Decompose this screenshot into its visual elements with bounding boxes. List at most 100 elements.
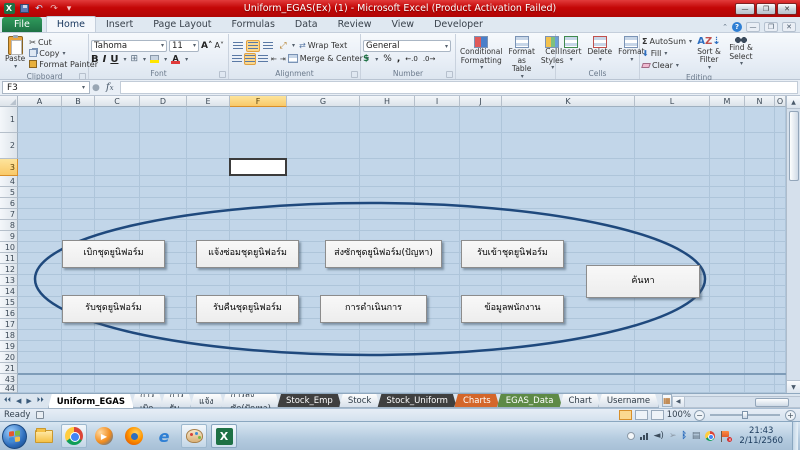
fill-color-button[interactable] — [150, 55, 159, 63]
next-sheet-button[interactable]: ▶ — [24, 396, 33, 406]
increase-indent-button[interactable]: ⇥ — [279, 53, 287, 65]
close-button[interactable]: ✕ — [777, 3, 797, 15]
workbook-restore-button[interactable]: ❐ — [764, 22, 778, 32]
minimize-button[interactable]: — — [735, 3, 755, 15]
accounting-format-button[interactable]: $ — [363, 54, 369, 64]
format-painter-button[interactable]: Format Painter — [29, 59, 98, 70]
taskbar-clock[interactable]: 21:43 2/11/2560 — [735, 426, 787, 446]
autosum-button[interactable]: ΣAutoSum▾ — [642, 36, 692, 48]
taskbar-excel-button[interactable]: X — [211, 424, 237, 448]
ribbon-tab-home[interactable]: Home — [46, 16, 96, 32]
withdraw-uniform-button[interactable]: เบิกชุดยูนิฟอร์ม — [62, 240, 165, 268]
horizontal-scrollbar[interactable]: ◀ ▶ — [672, 395, 800, 408]
undo-button[interactable]: ↶ — [33, 3, 45, 15]
sheet-tab-uniform-egas[interactable]: Uniform_EGAS — [48, 394, 134, 409]
volume-icon[interactable]: ◄) — [654, 431, 664, 441]
action-center-flag-icon[interactable]: ✕ — [720, 431, 730, 442]
taskbar-explorer-button[interactable] — [31, 424, 57, 448]
sheet-tab-charts[interactable]: Charts — [454, 394, 500, 408]
show-desktop-button[interactable] — [792, 422, 798, 450]
ribbon-tab-file[interactable]: File — [2, 17, 42, 32]
bold-button[interactable]: B — [91, 54, 99, 65]
last-sheet-button[interactable]: ⏵⏵ — [35, 395, 46, 406]
font-dialog-launcher[interactable] — [219, 71, 226, 78]
taskbar-chrome-button[interactable] — [61, 424, 87, 448]
excel-app-icon[interactable]: X — [4, 3, 15, 14]
cut-button[interactable]: ✂Cut — [29, 37, 98, 48]
merge-center-button[interactable]: Merge & Center▾ — [288, 53, 369, 64]
decrease-decimal-button[interactable]: .0→ — [423, 55, 436, 63]
align-right-button[interactable] — [257, 53, 269, 65]
report-repair-uniform-button[interactable]: แจ้งซ่อมชุดยูนิฟอร์ม — [196, 240, 299, 268]
operations-button[interactable]: การดำเนินการ — [320, 295, 427, 323]
alignment-dialog-launcher[interactable] — [351, 71, 358, 78]
font-size-combo[interactable]: 11▾ — [169, 40, 199, 52]
formula-input[interactable] — [120, 81, 798, 94]
taskbar-media-player-button[interactable]: ▶ — [91, 424, 117, 448]
qat-dropdown-icon[interactable]: ▾ — [63, 3, 75, 15]
fill-button[interactable]: ⬇Fill▾ — [642, 48, 692, 60]
help-icon[interactable]: ? — [732, 22, 742, 32]
tray-chrome-icon[interactable] — [705, 431, 715, 441]
taskbar-paint-button[interactable] — [181, 424, 207, 448]
redo-button[interactable]: ↷ — [48, 3, 60, 15]
number-dialog-launcher[interactable] — [446, 71, 453, 78]
employee-data-button[interactable]: ข้อมูลพนักงาน — [461, 295, 564, 323]
receive-return-uniform-button[interactable]: รับคืนชุดยูนิฟอร์ม — [196, 295, 299, 323]
insert-cells-button[interactable]: Insert▾ — [558, 35, 584, 69]
comma-style-button[interactable]: , — [397, 54, 400, 64]
sheet-tab-egas-data[interactable]: EGAS_Data — [497, 394, 563, 408]
zoom-in-button[interactable]: + — [785, 410, 796, 421]
vertical-scroll-thumb[interactable] — [789, 111, 799, 181]
network-icon[interactable] — [640, 433, 649, 440]
grow-font-button[interactable]: A˄ — [201, 41, 212, 51]
horizontal-scroll-thumb[interactable] — [755, 398, 789, 407]
tray-arrow-icon[interactable]: ➢ — [669, 431, 677, 441]
insert-worksheet-button[interactable]: ▦ — [662, 394, 672, 407]
sheet-tab-stock-emp[interactable]: Stock_Emp — [277, 394, 342, 408]
prev-sheet-button[interactable]: ◀ — [14, 396, 23, 406]
name-box[interactable]: F3▾ — [2, 81, 90, 94]
paste-button[interactable]: Paste▾ — [3, 35, 27, 72]
shrink-font-button[interactable]: A˅ — [214, 41, 223, 50]
sheet-tab-การส่งซัก-ปัญหา-[interactable]: การส่งซัก(ปัญหา) — [221, 394, 280, 408]
workbook-close-button[interactable]: ✕ — [782, 22, 796, 32]
insert-function-button[interactable]: fx — [102, 82, 118, 93]
font-color-button[interactable]: A — [171, 55, 180, 64]
ribbon-tab-developer[interactable]: Developer — [424, 17, 493, 32]
bluetooth-icon[interactable]: ᛒ — [681, 431, 686, 441]
bottom-align-button[interactable] — [261, 40, 275, 52]
restore-button[interactable]: ❐ — [756, 3, 776, 15]
sheet-tab-การเบิก[interactable]: การเบิก — [131, 394, 164, 408]
top-align-button[interactable] — [231, 40, 245, 52]
increase-decimal-button[interactable]: ←.0 — [405, 55, 418, 63]
ribbon-tab-data[interactable]: Data — [285, 17, 328, 32]
sheet-tab-การแจ้งซ่อม[interactable]: การแจ้งซ่อม — [190, 394, 224, 408]
percent-style-button[interactable]: % — [383, 54, 392, 64]
scroll-down-icon[interactable]: ▼ — [787, 380, 800, 393]
underline-button[interactable]: U — [110, 54, 118, 65]
zoom-slider[interactable] — [710, 414, 780, 416]
find-select-button[interactable]: Find & Select▾ — [726, 35, 756, 73]
ribbon-tab-insert[interactable]: Insert — [96, 17, 143, 32]
taskbar-ie-button[interactable]: e — [151, 424, 177, 448]
ribbon-tab-view[interactable]: View — [382, 17, 425, 32]
sheet-tab-การรับ[interactable]: การรับ — [160, 394, 193, 408]
italic-button[interactable]: I — [103, 54, 107, 65]
ribbon-tab-formulas[interactable]: Formulas — [222, 17, 285, 32]
wrap-text-button[interactable]: ⇄Wrap Text — [299, 40, 347, 51]
save-button[interactable] — [18, 3, 30, 15]
tray-status-icon[interactable] — [627, 432, 635, 440]
clear-button[interactable]: Clear▾ — [642, 60, 692, 72]
vertical-scrollbar[interactable]: ▲ ▼ — [786, 96, 800, 393]
send-wash-uniform-button[interactable]: ส่งซักชุดยูนิฟอร์ม(ปัญหา) — [325, 240, 442, 268]
clipboard-dialog-launcher[interactable] — [79, 73, 86, 80]
taskbar-firefox-button[interactable] — [121, 424, 147, 448]
align-left-button[interactable] — [231, 53, 243, 65]
sheet-tab-stock[interactable]: Stock — [339, 394, 381, 408]
sheet-tab-stock-uniform[interactable]: Stock_Uniform — [377, 394, 457, 408]
copy-button[interactable]: Copy▾ — [29, 48, 98, 59]
receive-uniform-button[interactable]: รับชุดยูนิฟอร์ม — [62, 295, 165, 323]
workbook-minimize-button[interactable]: — — [746, 22, 760, 32]
font-name-combo[interactable]: Tahoma▾ — [91, 40, 167, 52]
